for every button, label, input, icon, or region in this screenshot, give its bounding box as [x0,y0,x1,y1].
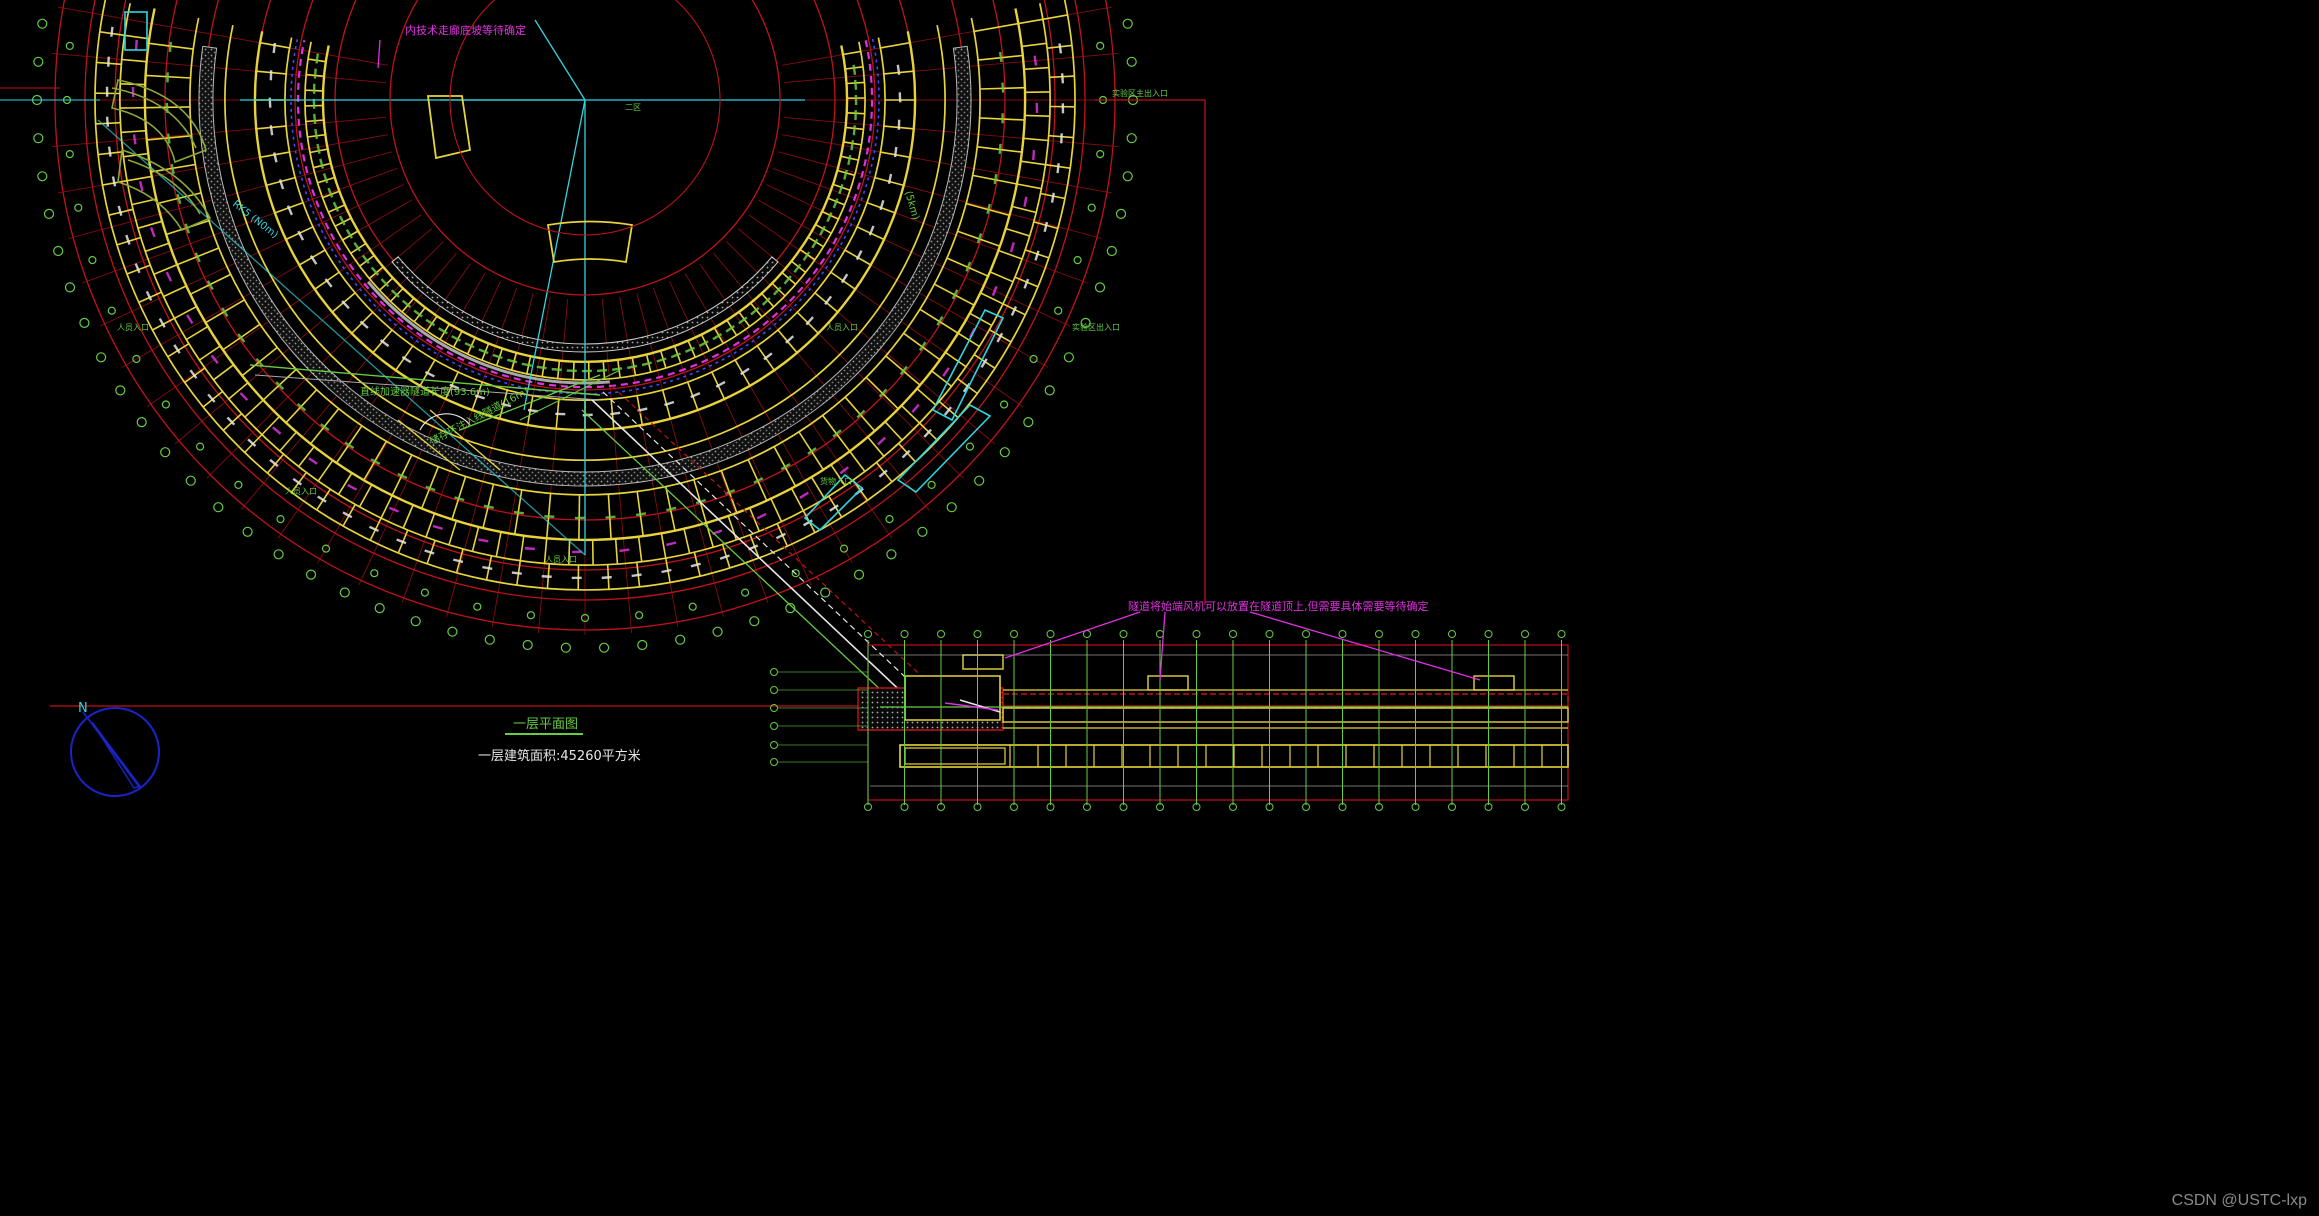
linac-rooms [1009,745,1543,767]
goods-entrance: 货物入口 [820,476,852,486]
area-note: 一层建筑面积:45260平方米 [478,748,641,764]
north-label: N [78,701,88,716]
north-arrow [70,707,160,797]
people-entrance-1: 人员入口 [117,323,149,332]
cad-floor-plan-canvas: N 一层平面图 一层建筑面积:45260平方米 内技术走廊底坡等待确定 隧道将始… [0,0,1569,811]
main-entrance: 实验区主出入口 [1112,88,1168,98]
exp-entrance: 实验区出入口 [1072,322,1120,332]
wedge-label: 二区 [625,103,641,112]
inner-magenta-note: 内技术走廊底坡等待确定 [405,23,526,37]
people-entrance-3: 人员入口 [545,555,577,564]
olive-curved-modules [111,79,212,232]
people-entrance-2: 人员入口 [285,487,317,496]
drawing-title: 一层平面图 [513,717,578,732]
tunnel-label-1: 直线加速器隧道长度(93.6m) [360,385,490,398]
linac-building [857,644,1569,801]
people-entrance-4: 人员入口 [826,323,858,332]
magenta-note: 隧道将始端风机可以放置在隧道顶上,但需要具体需要等待确定 [1128,599,1429,613]
watermark: CSDN @USTC-lxp [2171,1192,2307,1209]
plan-labels: N 一层平面图 一层建筑面积:45260平方米 内技术走廊底坡等待确定 隧道将始… [78,23,1429,764]
red-leader-line [1095,99,1206,605]
magenta-leaders [377,39,1481,681]
